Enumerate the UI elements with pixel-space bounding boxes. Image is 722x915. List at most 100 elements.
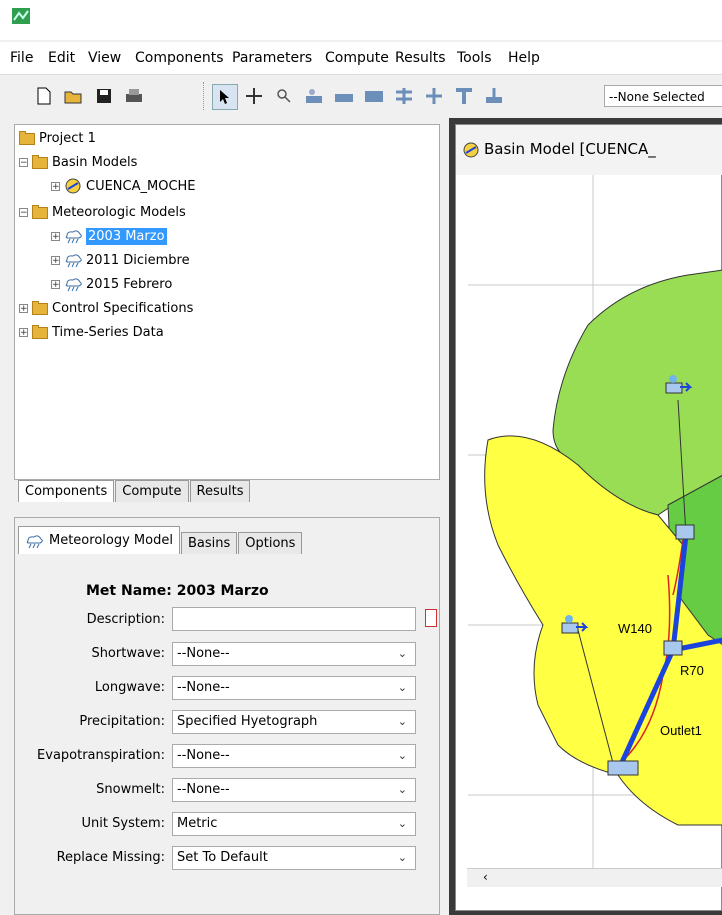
met-name-value: 2003 Marzo xyxy=(176,583,269,599)
replace-missing-label: Replace Missing: xyxy=(56,850,165,865)
tree-control-label: Control Specifications xyxy=(52,300,194,316)
evapotranspiration-value: --None-- xyxy=(177,748,230,763)
junction-element-icon[interactable] xyxy=(663,640,683,656)
evapotranspiration-label: Evapotranspiration: xyxy=(37,748,165,763)
description-editor-icon[interactable] xyxy=(425,609,437,627)
met-name-row: Met Name: 2003 Marzo xyxy=(86,583,269,599)
evapotranspiration-select[interactable]: --None-- ⌄ xyxy=(172,744,416,768)
description-label: Description: xyxy=(86,612,165,627)
menu-compute[interactable]: Compute xyxy=(325,50,389,66)
tab-compute[interactable]: Compute xyxy=(115,480,189,502)
folder-icon xyxy=(32,301,48,315)
expand-icon[interactable]: + xyxy=(51,279,60,289)
weather-icon xyxy=(65,230,82,244)
print-icon[interactable] xyxy=(122,84,146,108)
menu-results[interactable]: Results xyxy=(395,50,446,66)
tab-results[interactable]: Results xyxy=(189,480,251,502)
description-input[interactable] xyxy=(172,607,416,631)
basin-model-icon xyxy=(65,178,81,194)
menu-file[interactable]: File xyxy=(10,50,33,66)
label-r70: R70 xyxy=(680,663,704,678)
subbasin-tool-icon[interactable] xyxy=(302,84,326,108)
basin-window-title[interactable]: Basin Model [CUENCA_ xyxy=(456,125,722,175)
shortwave-label: Shortwave: xyxy=(91,646,165,661)
save-icon[interactable] xyxy=(92,84,116,108)
expand-icon[interactable]: + xyxy=(51,255,60,265)
tree-timeseries[interactable]: + Time-Series Data xyxy=(19,321,164,343)
tab-components[interactable]: Components xyxy=(18,480,115,502)
tree-control-specs[interactable]: + Control Specifications xyxy=(19,297,193,319)
basin-model-window[interactable]: Basin Model [CUENCA_ W140 R70 Outlet1 xyxy=(455,124,722,911)
replace-missing-value: Set To Default xyxy=(177,850,268,865)
open-folder-icon[interactable] xyxy=(62,84,86,108)
replace-missing-select[interactable]: Set To Default ⌄ xyxy=(172,846,416,870)
expand-icon[interactable]: + xyxy=(51,231,60,241)
longwave-select[interactable]: --None-- ⌄ xyxy=(172,676,416,700)
menu-edit[interactable]: Edit xyxy=(48,50,75,66)
weather-icon xyxy=(26,534,43,548)
source-tool-icon[interactable] xyxy=(452,84,476,108)
longwave-value: --None-- xyxy=(177,680,230,695)
move-icon[interactable] xyxy=(242,84,266,108)
menu-components[interactable]: Components xyxy=(135,50,224,66)
chevron-down-icon: ⌄ xyxy=(397,647,407,660)
tab-meteorology-model[interactable]: Meteorology Model xyxy=(18,526,180,554)
label-w140: W140 xyxy=(618,621,652,636)
title-bar xyxy=(0,0,722,40)
chevron-down-icon: ⌄ xyxy=(397,749,407,762)
label-outlet: Outlet1 xyxy=(660,723,702,738)
tab-basins[interactable]: Basins xyxy=(180,532,238,554)
expand-icon[interactable]: + xyxy=(19,327,28,337)
unit-system-select[interactable]: Metric ⌄ xyxy=(172,812,416,836)
reservoir-tool-icon[interactable] xyxy=(362,84,386,108)
menu-parameters[interactable]: Parameters xyxy=(232,50,312,66)
scroll-left-icon[interactable]: ‹ xyxy=(483,870,488,884)
precipitation-label: Precipitation: xyxy=(79,714,165,729)
app-icon xyxy=(12,8,30,24)
precipitation-select[interactable]: Specified Hyetograph ⌄ xyxy=(172,710,416,734)
expand-icon[interactable]: + xyxy=(51,181,60,191)
folder-icon xyxy=(19,131,35,145)
snowmelt-value: --None-- xyxy=(177,782,230,797)
basin-map[interactable]: W140 R70 Outlet1 xyxy=(468,175,722,869)
chevron-down-icon: ⌄ xyxy=(397,783,407,796)
shortwave-select[interactable]: --None-- ⌄ xyxy=(172,642,416,666)
tab-options[interactable]: Options xyxy=(238,532,303,554)
tree-met-item-3[interactable]: + 2015 Febrero xyxy=(51,273,172,295)
menu-bar: File Edit View Components Parameters Com… xyxy=(0,42,722,75)
horizontal-scrollbar[interactable]: ‹ xyxy=(467,868,722,887)
arrow-cursor-icon[interactable] xyxy=(212,84,238,110)
zoom-icon[interactable] xyxy=(272,84,296,108)
tree-basin-models[interactable]: − Basin Models xyxy=(19,151,137,173)
tree-timeseries-label: Time-Series Data xyxy=(52,324,164,340)
new-file-icon[interactable] xyxy=(32,84,56,108)
chevron-down-icon: ⌄ xyxy=(397,817,407,830)
collapse-icon[interactable]: − xyxy=(19,207,28,217)
tree-met-item-1[interactable]: + 2003 Marzo xyxy=(51,225,167,247)
reach-tool-icon[interactable] xyxy=(332,84,356,108)
junction-tool-icon[interactable] xyxy=(392,84,416,108)
unit-system-value: Metric xyxy=(177,816,218,831)
junction-element-icon[interactable] xyxy=(675,524,695,540)
tree-met-item-2[interactable]: + 2011 Diciembre xyxy=(51,249,190,271)
sink-tool-icon[interactable] xyxy=(482,84,506,108)
tree-met-item-label: 2015 Febrero xyxy=(86,276,173,292)
collapse-icon[interactable]: − xyxy=(19,157,28,167)
element-selector[interactable]: --None Selected xyxy=(604,85,722,107)
snowmelt-label: Snowmelt: xyxy=(96,782,165,797)
tree-basin-item[interactable]: + CUENCA_MOCHE xyxy=(51,175,196,197)
tree-met-models[interactable]: − Meteorologic Models xyxy=(19,201,186,223)
expand-icon[interactable]: + xyxy=(19,303,28,313)
longwave-label: Longwave: xyxy=(94,680,165,695)
sink-element-icon[interactable] xyxy=(607,760,639,776)
menu-help[interactable]: Help xyxy=(508,50,540,66)
tree-met-item-label: 2003 Marzo xyxy=(86,227,167,245)
diversion-tool-icon[interactable] xyxy=(422,84,446,108)
menu-view[interactable]: View xyxy=(88,50,121,66)
editor-tabs: Meteorology Model Basins Options xyxy=(18,526,303,554)
chevron-down-icon: ⌄ xyxy=(397,681,407,694)
menu-tools[interactable]: Tools xyxy=(457,50,492,66)
precipitation-value: Specified Hyetograph xyxy=(177,714,318,729)
snowmelt-select[interactable]: --None-- ⌄ xyxy=(172,778,416,802)
tree-project[interactable]: Project 1 xyxy=(19,127,96,149)
